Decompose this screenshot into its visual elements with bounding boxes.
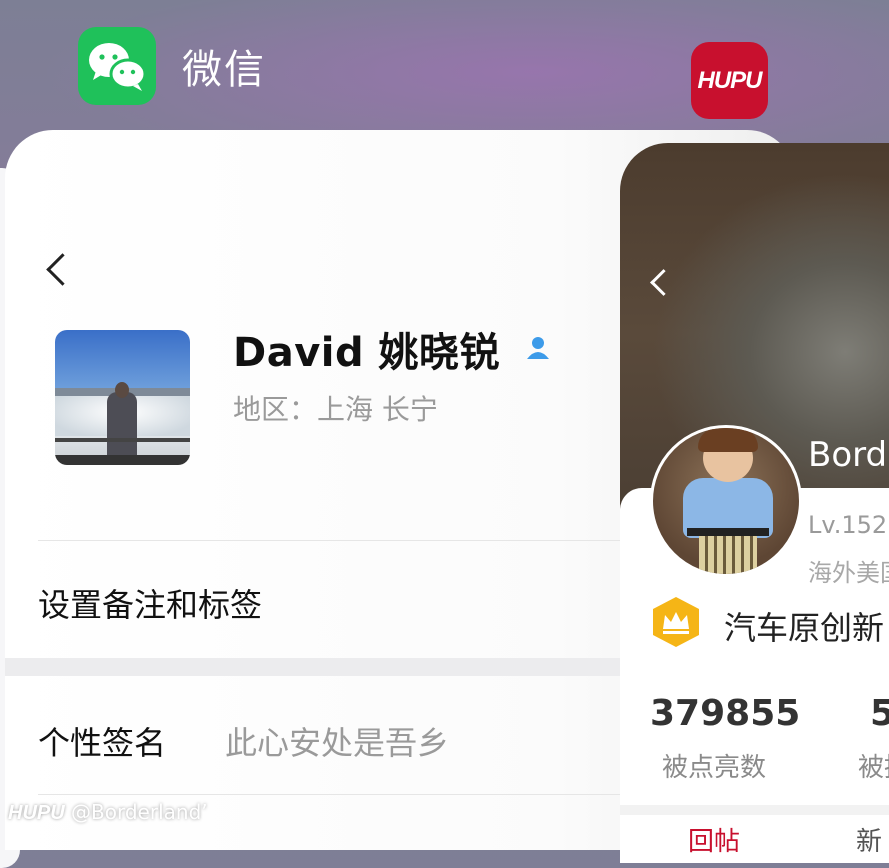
user-level: Lv.152 [808,511,888,539]
signature-value: 此心安处是吾乡 [225,724,450,762]
wechat-app-label[interactable]: 微信 [78,27,266,105]
avatar[interactable] [55,330,190,465]
profile-username: Borde [808,435,889,475]
watermark-logo: HUPU [8,802,65,824]
stat-label: 被点亮数 [662,753,767,783]
avatar[interactable] [650,425,802,577]
watermark-handle: @Borderland’ [71,800,208,824]
wechat-app-name: 微信 [182,47,266,93]
hupu-app-icon[interactable]: HUPU [691,42,768,119]
back-button[interactable] [41,248,79,288]
divider [620,805,889,815]
watermark: HUPU @Borderland’ [8,800,208,825]
set-remark-and-tags-row[interactable]: 设置备注和标签 [38,580,262,626]
verified-person-icon [523,333,553,363]
contact-name: David 姚晓锐 [233,330,501,376]
wechat-icon[interactable] [78,27,156,105]
user-location: 海外美国 [808,559,889,587]
tab-replies[interactable]: 回帖 [688,821,740,858]
chevron-left-icon [46,253,79,286]
tab-new[interactable]: 新 [856,821,882,858]
contact-region: 地区：上海 长宁 [233,393,438,426]
stat-value: 379855 [650,693,801,734]
stat-label: 被推 [858,753,889,783]
honor-title[interactable]: 汽车原创新 [724,603,884,649]
signature-label: 个性签名 [38,724,167,762]
chevron-left-icon [650,269,677,296]
hupu-app-card[interactable]: Borde Lv.152 海外美国 汽车原创新 379855 被点亮数 5 被推… [620,143,889,863]
crown-badge-icon [650,595,702,649]
back-button[interactable] [644,261,677,301]
stat-value: 5 [870,693,889,734]
